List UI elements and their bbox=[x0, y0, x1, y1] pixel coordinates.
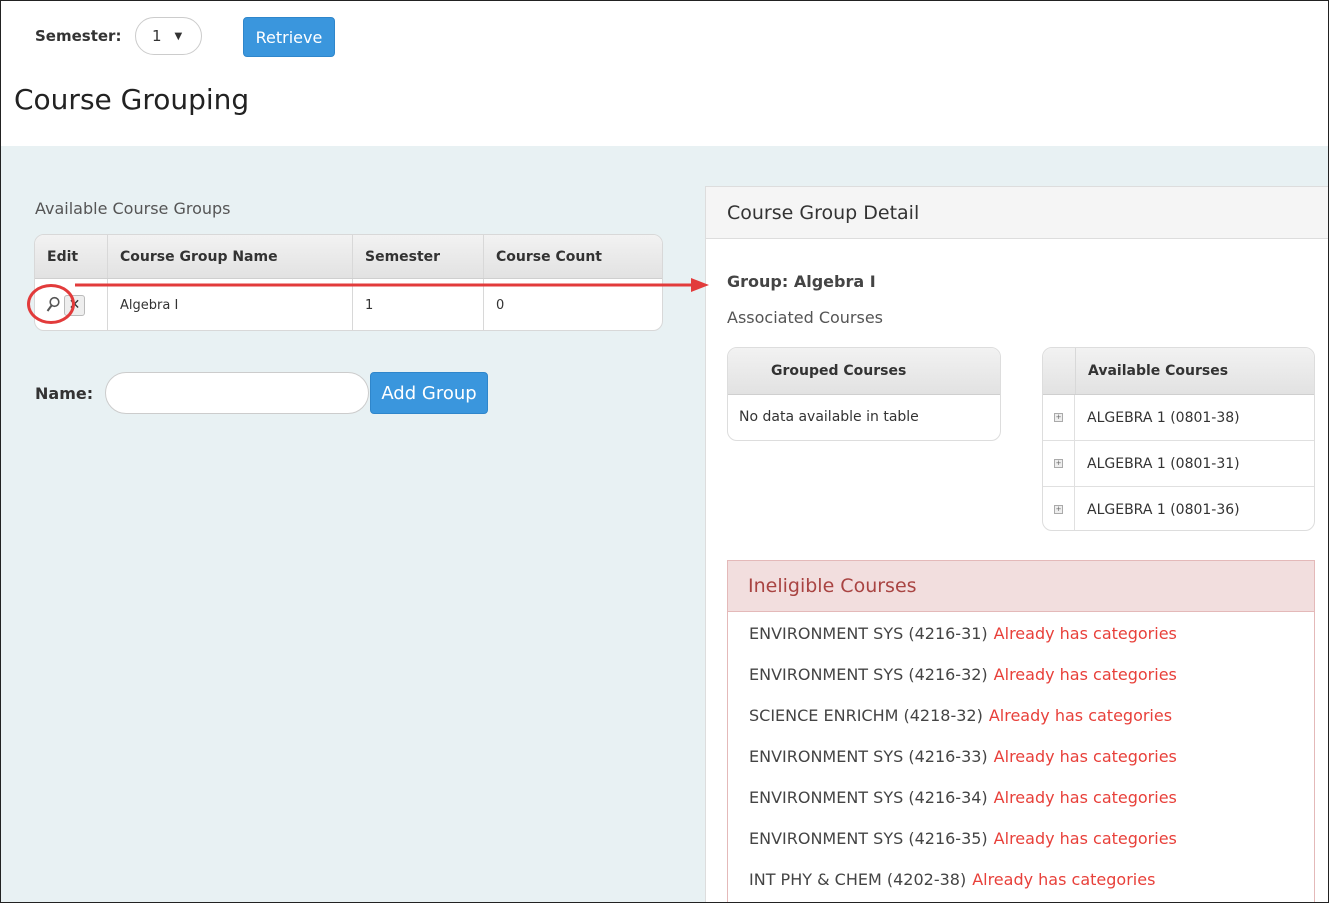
group-title: Group: Algebra I bbox=[727, 272, 876, 291]
column-header-name[interactable]: Course Group Name bbox=[108, 235, 353, 278]
page-title: Course Grouping bbox=[14, 83, 250, 116]
list-item: ENVIRONMENT SYS (4216-32) Already has cat… bbox=[749, 665, 1314, 706]
table-header: Edit Course Group Name Semester Course C… bbox=[35, 235, 662, 279]
count-cell: 0 bbox=[496, 297, 505, 313]
semester-select[interactable]: 1 ▼ bbox=[135, 17, 202, 55]
list-item: INT PHY & CHEM (4202-38) Already has cate… bbox=[749, 870, 1314, 902]
semester-value: 1 bbox=[152, 27, 162, 45]
ineligible-courses-header: Ineligible Courses bbox=[728, 561, 1314, 612]
course-label: ALGEBRA 1 (0801-36) bbox=[1087, 501, 1240, 518]
list-item[interactable]: + ALGEBRA 1 (0801-31) bbox=[1043, 441, 1314, 487]
course-name: ENVIRONMENT SYS (4216-32) bbox=[749, 665, 988, 684]
list-item[interactable]: + ALGEBRA 1 (0801-36) bbox=[1043, 487, 1314, 530]
course-name: ENVIRONMENT SYS (4216-33) bbox=[749, 747, 988, 766]
magnifier-icon[interactable] bbox=[45, 296, 61, 314]
course-groups-table: Edit Course Group Name Semester Course C… bbox=[34, 234, 663, 331]
list-item: ENVIRONMENT SYS (4216-31) Already has cat… bbox=[749, 624, 1314, 665]
list-item: ENVIRONMENT SYS (4216-33) Already has cat… bbox=[749, 747, 1314, 788]
ineligible-reason: Already has categories bbox=[993, 747, 1177, 766]
course-name: ENVIRONMENT SYS (4216-35) bbox=[749, 829, 988, 848]
available-courses-header: Available Courses bbox=[1043, 348, 1314, 395]
ineligible-list: ENVIRONMENT SYS (4216-31) Already has cat… bbox=[728, 612, 1314, 902]
group-name-input[interactable] bbox=[105, 372, 369, 414]
grouped-courses-table: Grouped Courses No data available in tab… bbox=[727, 347, 1001, 441]
course-label: ALGEBRA 1 (0801-38) bbox=[1087, 409, 1240, 426]
ineligible-reason: Already has categories bbox=[972, 870, 1156, 889]
add-course-icon[interactable]: + bbox=[1054, 413, 1063, 422]
course-name: INT PHY & CHEM (4202-38) bbox=[749, 870, 967, 889]
available-groups-title: Available Course Groups bbox=[35, 199, 231, 218]
ineligible-reason: Already has categories bbox=[993, 788, 1177, 807]
top-bar: Semester: 1 ▼ Retrieve Course Grouping bbox=[1, 1, 1328, 146]
list-item: ENVIRONMENT SYS (4216-35) Already has cat… bbox=[749, 829, 1314, 870]
available-courses-table: Available Courses + ALGEBRA 1 (0801-38) … bbox=[1042, 347, 1315, 531]
detail-header: Course Group Detail bbox=[706, 187, 1328, 239]
course-group-detail-panel: Course Group Detail Group: Algebra I Ass… bbox=[705, 186, 1328, 902]
semester-cell: 1 bbox=[353, 279, 484, 330]
empty-table-message: No data available in table bbox=[739, 409, 919, 425]
list-item: SCIENCE ENRICHM (4218-32) Already has cat… bbox=[749, 706, 1314, 747]
ineligible-reason: Already has categories bbox=[993, 665, 1177, 684]
chevron-down-icon: ▼ bbox=[174, 30, 183, 42]
name-label: Name: bbox=[35, 384, 94, 403]
add-course-icon[interactable]: + bbox=[1054, 459, 1063, 468]
list-item: ENVIRONMENT SYS (4216-34) Already has cat… bbox=[749, 788, 1314, 829]
column-header-semester[interactable]: Semester bbox=[353, 235, 484, 278]
grouped-courses-header: Grouped Courses bbox=[728, 348, 1000, 395]
retrieve-button[interactable]: Retrieve bbox=[243, 17, 335, 57]
column-header-count[interactable]: Course Count bbox=[484, 235, 662, 278]
course-label: ALGEBRA 1 (0801-31) bbox=[1087, 455, 1240, 472]
ineligible-reason: Already has categories bbox=[988, 706, 1173, 725]
course-name: ENVIRONMENT SYS (4216-34) bbox=[749, 788, 988, 807]
course-name: ENVIRONMENT SYS (4216-31) bbox=[749, 624, 988, 643]
ineligible-reason: Already has categories bbox=[993, 624, 1177, 643]
ineligible-courses-panel: Ineligible Courses ENVIRONMENT SYS (4216… bbox=[727, 560, 1315, 902]
available-courses-title: Available Courses bbox=[1088, 363, 1229, 379]
column-header-edit[interactable]: Edit bbox=[35, 235, 108, 278]
delete-icon[interactable]: ✕ bbox=[64, 294, 85, 316]
course-name: SCIENCE ENRICHM (4218-32) bbox=[749, 706, 983, 725]
associated-courses-label: Associated Courses bbox=[727, 308, 884, 327]
table-row: ✕ Algebra I 1 0 bbox=[35, 279, 662, 330]
app-frame: Semester: 1 ▼ Retrieve Course Grouping A… bbox=[0, 0, 1329, 903]
list-item[interactable]: + ALGEBRA 1 (0801-38) bbox=[1043, 395, 1314, 441]
ineligible-reason: Already has categories bbox=[993, 829, 1177, 848]
semester-label: Semester: bbox=[35, 27, 122, 45]
add-group-button[interactable]: Add Group bbox=[370, 372, 488, 414]
group-name-cell: Algebra I bbox=[108, 279, 353, 330]
edit-cell: ✕ bbox=[35, 279, 108, 330]
add-course-icon[interactable]: + bbox=[1054, 505, 1063, 514]
